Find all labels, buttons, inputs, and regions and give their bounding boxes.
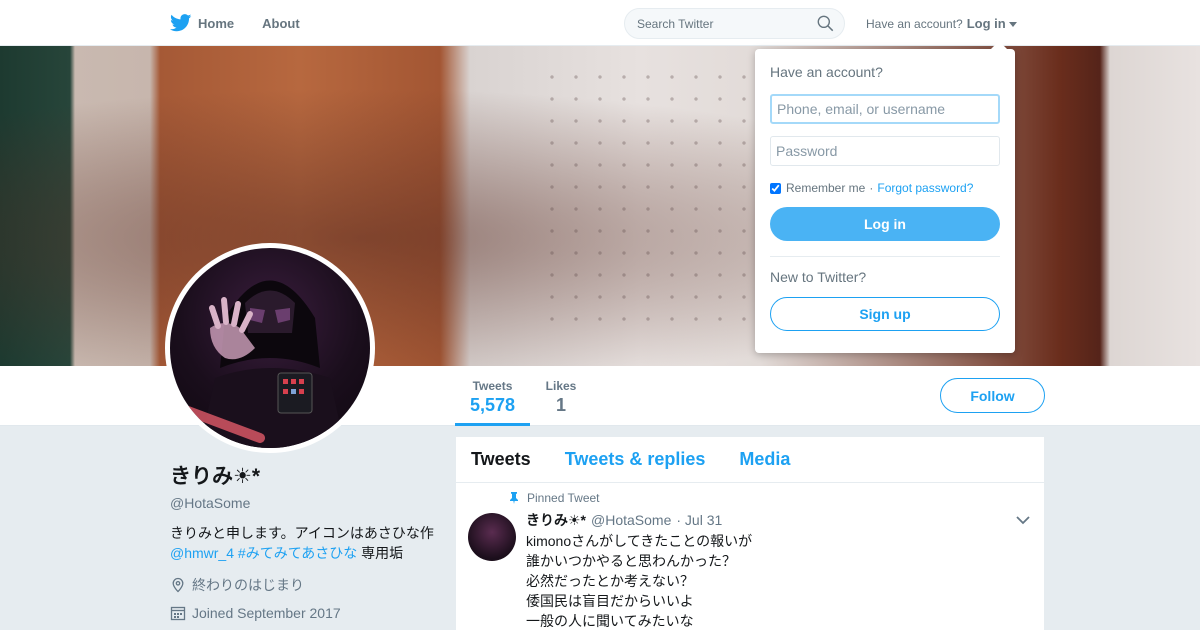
bio-text: きりみと申します。アイコンはあさひな作 <box>170 525 434 541</box>
pinned-tweet[interactable]: Pinned Tweet きりみ☀* @HotaSome · Jul 31 ki… <box>456 483 1044 630</box>
stat-likes-value: 1 <box>555 395 566 415</box>
pin-icon <box>510 492 518 504</box>
profile-joined: Joined September 2017 <box>170 605 440 621</box>
account-menu[interactable]: Have an account? Log in <box>866 16 1017 31</box>
stat-likes[interactable]: Likes 1 <box>531 366 591 426</box>
stat-likes-label: Likes <box>545 379 577 393</box>
profile-handle[interactable]: @HotaSome <box>170 495 440 511</box>
login-menu-toggle[interactable]: Log in <box>967 16 1006 31</box>
profile-location: 終わりのはじまり <box>170 575 440 595</box>
profile-name[interactable]: きりみ☀* <box>170 460 440 490</box>
tweet-line: 誰かいつかやると思わんかった？ <box>526 553 736 569</box>
nav-home-label: Home <box>198 15 235 31</box>
signup-button[interactable]: Sign up <box>770 297 1000 331</box>
follow-button[interactable]: Follow <box>940 378 1045 413</box>
bio-mention-link[interactable]: @hmwr_4 <box>170 545 234 561</box>
tweet-text: kimonoさんがしてきたことの報いが 誰かいつかやると思わんかった？ 必然だっ… <box>526 531 1029 630</box>
avatar-illustration <box>175 280 345 448</box>
stat-tweets-label: Tweets <box>472 379 513 393</box>
tweet-date[interactable]: · Jul 31 <box>676 512 722 528</box>
login-dropdown: Have an account? Remember me · Forgot pa… <box>755 41 1015 353</box>
tweet-header: きりみ☀* @HotaSome · Jul 31 <box>526 510 1029 530</box>
forgot-password-link[interactable]: Forgot password? <box>877 181 973 195</box>
stat-tweets[interactable]: Tweets 5,578 <box>455 366 530 426</box>
remember-me: Remember me · Forgot password? <box>770 181 1000 195</box>
banner-texture <box>540 66 760 326</box>
calendar-icon <box>170 606 186 621</box>
search-icon[interactable] <box>817 15 834 32</box>
tweet-line: 一般の人に聞いてみたいな <box>526 613 694 629</box>
username-field[interactable] <box>770 94 1000 124</box>
tweet-author-handle[interactable]: @HotaSome <box>591 512 671 528</box>
timeline: Tweets Tweets & replies Media Pinned Twe… <box>456 437 1044 630</box>
tweet-line: kimonoさんがしてきたことの報いが <box>526 533 753 549</box>
timeline-tabs: Tweets Tweets & replies Media <box>456 437 1044 483</box>
stat-tweets-value: 5,578 <box>469 395 516 415</box>
remember-me-checkbox[interactable] <box>770 182 781 194</box>
search-input[interactable] <box>637 16 817 31</box>
nav-links: Home About <box>170 0 328 46</box>
profile-bio: きりみと申します。アイコンはあさひな作 @hmwr_4 #みてみてあさひな 専用垢 <box>170 523 440 563</box>
profile-avatar[interactable] <box>165 243 375 453</box>
caret-down-icon[interactable] <box>1008 22 1017 27</box>
nav-home-link[interactable]: Home <box>170 14 234 32</box>
joined-text: Joined September 2017 <box>192 605 341 621</box>
pinned-label: Pinned Tweet <box>527 491 600 505</box>
twitter-bird-icon <box>170 14 192 32</box>
tab-media[interactable]: Media <box>739 449 790 470</box>
remember-me-label[interactable]: Remember me <box>786 181 865 195</box>
avatar-image <box>170 248 370 448</box>
login-dropdown-title: Have an account? <box>770 64 883 80</box>
tweet-line: 必然だったとか考えない？ <box>526 573 694 589</box>
account-prompt: Have an account? <box>866 16 963 31</box>
separator-dot: · <box>869 181 874 195</box>
tweet-author-name[interactable]: きりみ☀* <box>526 510 586 530</box>
dropdown-divider <box>770 256 1000 257</box>
tab-tweets[interactable]: Tweets <box>471 449 531 470</box>
profile-info: きりみ☀* @HotaSome きりみと申します。アイコンはあさひな作 @hmwr… <box>170 460 440 621</box>
new-to-twitter-text: New to Twitter? <box>770 269 867 285</box>
chevron-down-icon[interactable] <box>1016 516 1030 525</box>
password-field[interactable] <box>770 136 1000 166</box>
top-navigation: Home About Have an account? Log in <box>0 0 1200 46</box>
nav-about-label: About <box>262 15 300 31</box>
pinned-context: Pinned Tweet <box>510 491 1029 505</box>
tweet-line: 倭国民は盲目だからいいよ <box>526 593 694 609</box>
search-box[interactable] <box>624 8 845 39</box>
nav-about-link[interactable]: About <box>262 16 300 31</box>
location-text: 終わりのはじまり <box>192 577 304 593</box>
location-icon <box>172 577 184 593</box>
tweet-avatar[interactable] <box>468 513 516 561</box>
login-button[interactable]: Log in <box>770 207 1000 241</box>
bio-hashtag-link[interactable]: #みてみてあさひな <box>238 545 357 561</box>
bio-suffix: 専用垢 <box>361 545 404 561</box>
tab-tweets-and-replies[interactable]: Tweets & replies <box>565 449 706 470</box>
